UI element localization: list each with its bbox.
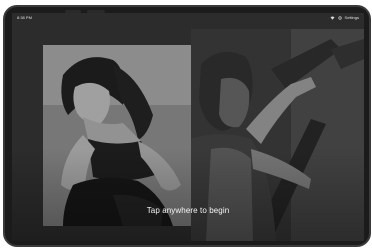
settings-label[interactable]: Settings: [345, 13, 359, 23]
tablet-frame: 8:38 PM Settings Tap anywhere to begin: [3, 5, 371, 247]
attract-screen: 8:38 PM Settings Tap anywhere to begin: [12, 13, 364, 241]
status-bar: 8:38 PM Settings: [12, 13, 364, 23]
status-right: Settings: [330, 13, 359, 23]
wifi-icon: [330, 16, 335, 20]
status-time: 8:38 PM: [17, 15, 32, 20]
tap-anywhere-area[interactable]: [12, 23, 364, 241]
gear-icon[interactable]: [337, 16, 342, 20]
